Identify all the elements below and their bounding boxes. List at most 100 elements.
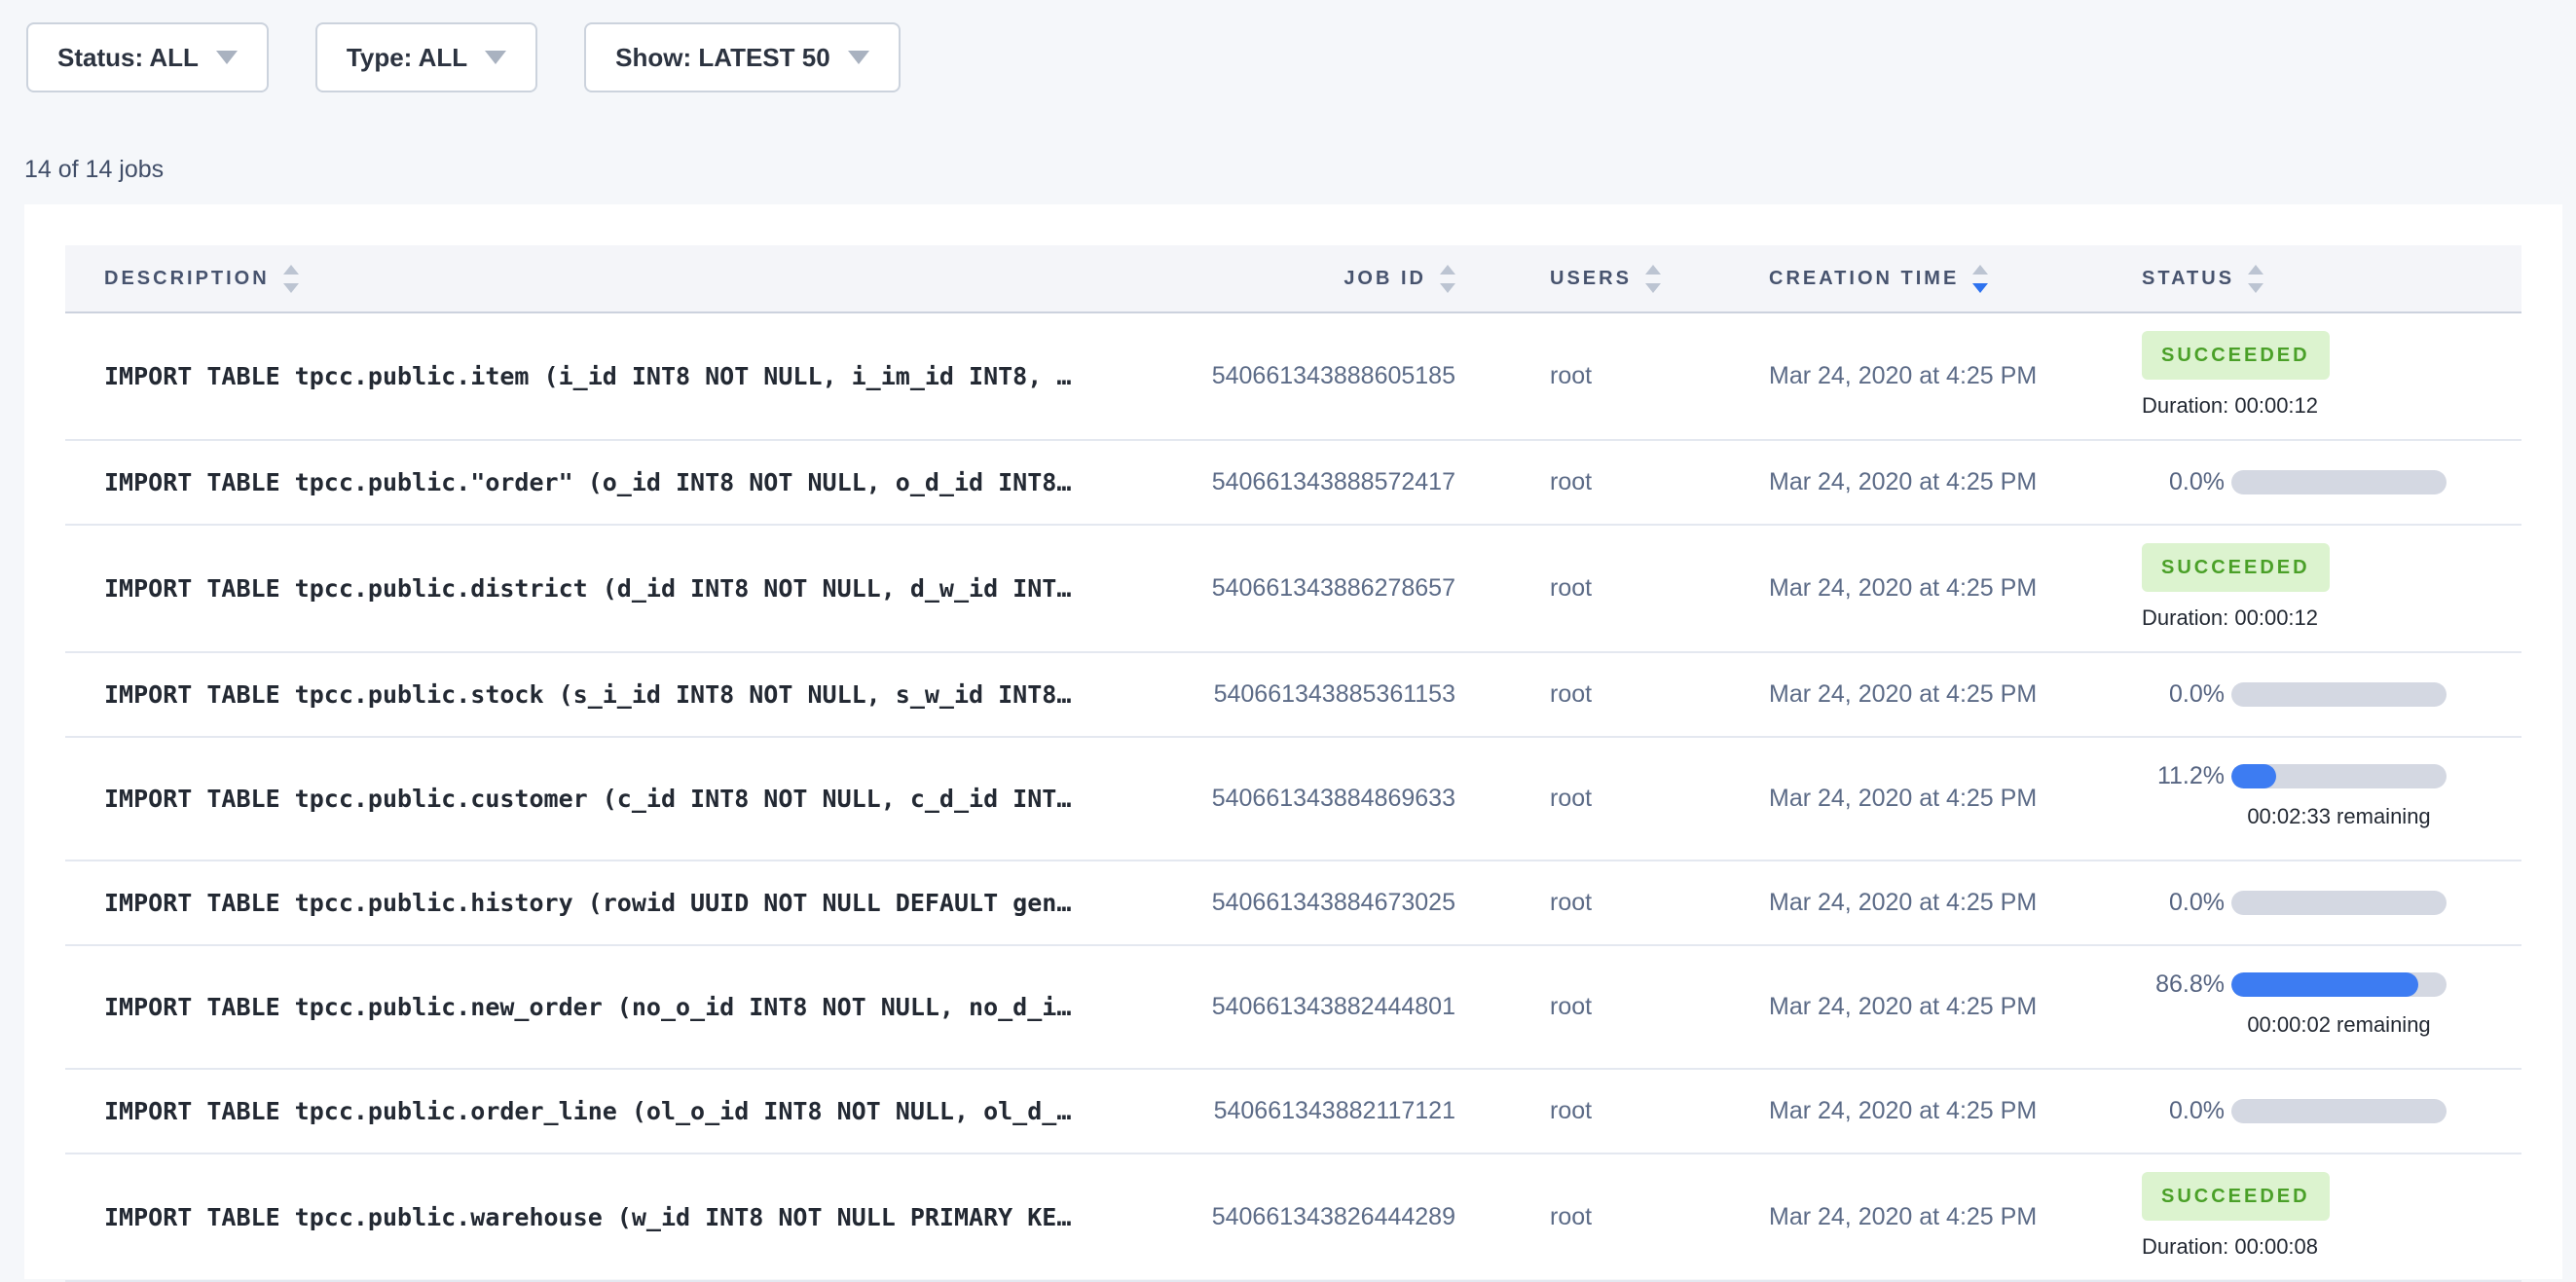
jobs-table: DESCRIPTION JOB ID USERS CREATION TIME STATU… xyxy=(65,245,2521,1282)
status-badge: SUCCEEDED xyxy=(2142,331,2330,380)
sort-icon xyxy=(1645,265,1661,293)
job-id-cell: 540661343888572417 xyxy=(1110,441,1472,524)
progress-percent: 0.0% xyxy=(2142,468,2225,496)
creation-time-cell: Mar 24, 2020 at 4:25 PM xyxy=(1697,313,2073,439)
table-row: IMPORT TABLE tpcc.public.district (d_id … xyxy=(65,526,2521,653)
progress-line: 0.0% xyxy=(2142,680,2447,709)
column-header-label: STATUS xyxy=(2142,268,2234,290)
jobs-count: 14 of 14 jobs xyxy=(24,156,164,184)
column-header-description[interactable]: DESCRIPTION xyxy=(65,265,1110,293)
job-description-link[interactable]: IMPORT TABLE tpcc.public.new_order (no_o… xyxy=(104,993,1071,1021)
job-description-link[interactable]: IMPORT TABLE tpcc.public.stock (s_i_id I… xyxy=(104,680,1071,709)
table-header-row: DESCRIPTION JOB ID USERS CREATION TIME STATU… xyxy=(65,245,2521,313)
users-cell: root xyxy=(1472,653,1697,736)
users-cell: root xyxy=(1472,946,1697,1068)
status-cell: SUCCEEDEDDuration: 00:00:12 xyxy=(2073,526,2521,651)
description-cell: IMPORT TABLE tpcc.public."order" (o_id I… xyxy=(65,441,1110,524)
job-description-link[interactable]: IMPORT TABLE tpcc.public.history (rowid … xyxy=(104,889,1071,917)
creation-time-cell: Mar 24, 2020 at 4:25 PM xyxy=(1697,653,2073,736)
description-cell: IMPORT TABLE tpcc.public.warehouse (w_id… xyxy=(65,1154,1110,1280)
creation-time-cell: Mar 24, 2020 at 4:25 PM xyxy=(1697,861,2073,944)
time-remaining: 00:00:02 remaining xyxy=(2231,1012,2447,1038)
description-cell: IMPORT TABLE tpcc.public.stock (s_i_id I… xyxy=(65,653,1110,736)
sort-icon xyxy=(1440,265,1455,293)
sort-asc-icon xyxy=(2248,265,2263,275)
job-description-link[interactable]: IMPORT TABLE tpcc.public.warehouse (w_id… xyxy=(104,1203,1071,1231)
job-description-link[interactable]: IMPORT TABLE tpcc.public.item (i_id INT8… xyxy=(104,362,1071,390)
chevron-down-icon xyxy=(485,51,506,64)
type-filter-label: Type: ALL xyxy=(347,43,467,73)
progress-bar xyxy=(2231,682,2447,707)
status-badge: SUCCEEDED xyxy=(2142,1172,2330,1221)
status-cell: SUCCEEDEDDuration: 00:00:12 xyxy=(2073,313,2521,439)
progress-percent: 0.0% xyxy=(2142,680,2225,709)
table-row: IMPORT TABLE tpcc.public.order_line (ol_… xyxy=(65,1070,2521,1154)
status-cell: 86.8% 00:00:02 remaining xyxy=(2073,946,2521,1068)
job-description-link[interactable]: IMPORT TABLE tpcc.public.order_line (ol_… xyxy=(104,1097,1071,1125)
description-cell: IMPORT TABLE tpcc.public.new_order (no_o… xyxy=(65,946,1110,1068)
creation-time-cell: Mar 24, 2020 at 4:25 PM xyxy=(1697,1070,2073,1153)
users-cell: root xyxy=(1472,738,1697,860)
description-cell: IMPORT TABLE tpcc.public.district (d_id … xyxy=(65,526,1110,651)
chevron-down-icon xyxy=(848,51,869,64)
sort-desc-icon xyxy=(283,283,299,293)
users-cell: root xyxy=(1472,441,1697,524)
job-description-link[interactable]: IMPORT TABLE tpcc.public.customer (c_id … xyxy=(104,785,1071,813)
progress-bar xyxy=(2231,972,2447,997)
status-cell: 0.0% xyxy=(2073,653,2521,736)
chevron-down-icon xyxy=(216,51,238,64)
progress-bar xyxy=(2231,470,2447,494)
users-cell: root xyxy=(1472,1154,1697,1280)
sort-asc-icon xyxy=(283,265,299,275)
creation-time-cell: Mar 24, 2020 at 4:25 PM xyxy=(1697,1154,2073,1280)
creation-time-cell: Mar 24, 2020 at 4:25 PM xyxy=(1697,946,2073,1068)
status-cell: 0.0% xyxy=(2073,1070,2521,1153)
sort-icon xyxy=(2248,265,2263,293)
progress-line: 0.0% xyxy=(2142,1097,2447,1125)
column-header-job_id[interactable]: JOB ID xyxy=(1110,265,1472,293)
progress-bar xyxy=(2231,1099,2447,1123)
progress-bar xyxy=(2231,891,2447,915)
sort-asc-icon xyxy=(1645,265,1661,275)
status-filter-dropdown[interactable]: Status: ALL xyxy=(26,22,269,92)
users-cell: root xyxy=(1472,526,1697,651)
column-header-users[interactable]: USERS xyxy=(1472,265,1697,293)
job-id-cell: 540661343884673025 xyxy=(1110,861,1472,944)
duration-text: Duration: 00:00:12 xyxy=(2142,605,2318,631)
creation-time-cell: Mar 24, 2020 at 4:25 PM xyxy=(1697,738,2073,860)
progress-line: 86.8% xyxy=(2142,971,2447,999)
table-row: IMPORT TABLE tpcc.public.warehouse (w_id… xyxy=(65,1154,2521,1282)
progress-percent: 0.0% xyxy=(2142,1097,2225,1125)
table-body: IMPORT TABLE tpcc.public.item (i_id INT8… xyxy=(65,313,2521,1282)
progress-line: 11.2% xyxy=(2142,762,2447,790)
sort-icon xyxy=(1972,265,1988,293)
job-id-cell: 540661343882444801 xyxy=(1110,946,1472,1068)
column-header-creation_time[interactable]: CREATION TIME xyxy=(1697,265,2073,293)
show-filter-dropdown[interactable]: Show: LATEST 50 xyxy=(584,22,901,92)
users-cell: root xyxy=(1472,1070,1697,1153)
type-filter-dropdown[interactable]: Type: ALL xyxy=(315,22,537,92)
filters-bar: Status: ALL Type: ALL Show: LATEST 50 xyxy=(26,22,901,92)
column-header-status[interactable]: STATUS xyxy=(2073,265,2521,293)
job-id-cell: 540661343885361153 xyxy=(1110,653,1472,736)
job-description-link[interactable]: IMPORT TABLE tpcc.public."order" (o_id I… xyxy=(104,468,1071,496)
creation-time-cell: Mar 24, 2020 at 4:25 PM xyxy=(1697,441,2073,524)
job-id-cell: 540661343888605185 xyxy=(1110,313,1472,439)
table-row: IMPORT TABLE tpcc.public.history (rowid … xyxy=(65,861,2521,946)
description-cell: IMPORT TABLE tpcc.public.order_line (ol_… xyxy=(65,1070,1110,1153)
duration-text: Duration: 00:00:08 xyxy=(2142,1234,2318,1260)
table-row: IMPORT TABLE tpcc.public.stock (s_i_id I… xyxy=(65,653,2521,738)
table-row: IMPORT TABLE tpcc.public.item (i_id INT8… xyxy=(65,313,2521,441)
sort-icon xyxy=(283,265,299,293)
users-cell: root xyxy=(1472,313,1697,439)
column-header-label: DESCRIPTION xyxy=(104,268,270,290)
column-header-label: CREATION TIME xyxy=(1769,268,1959,290)
sort-desc-icon xyxy=(1440,283,1455,293)
progress-bar-fill xyxy=(2231,972,2418,997)
users-cell: root xyxy=(1472,861,1697,944)
description-cell: IMPORT TABLE tpcc.public.item (i_id INT8… xyxy=(65,313,1110,439)
column-header-label: JOB ID xyxy=(1343,268,1426,290)
job-description-link[interactable]: IMPORT TABLE tpcc.public.district (d_id … xyxy=(104,574,1071,603)
progress-line: 0.0% xyxy=(2142,468,2447,496)
sort-asc-icon xyxy=(1972,265,1988,275)
